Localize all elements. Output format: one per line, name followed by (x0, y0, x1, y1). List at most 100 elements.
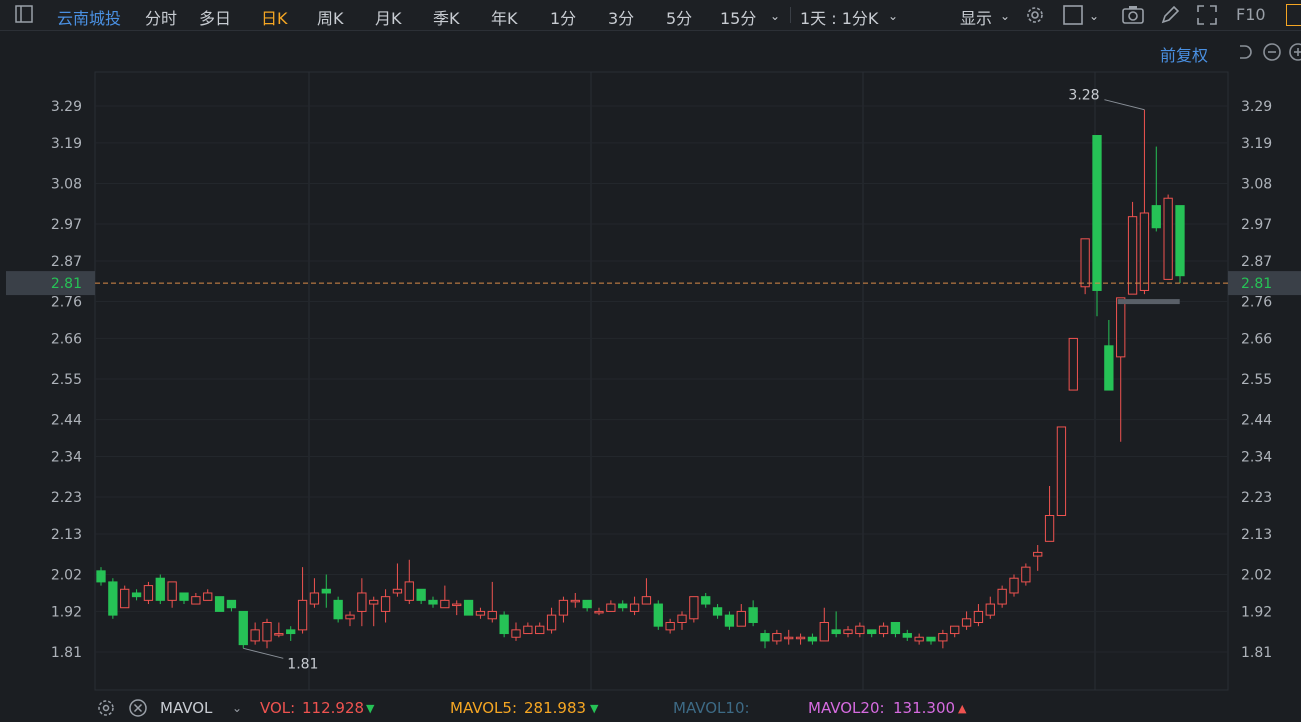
y-tick-label-right: 2.76 (1241, 295, 1272, 311)
y-tick-label-right: 2.44 (1241, 413, 1272, 429)
candle-body (226, 599, 237, 609)
candle-body (1163, 197, 1173, 280)
candle-body (843, 629, 853, 635)
candle-body (558, 599, 569, 616)
candle-body (819, 621, 829, 642)
mavol20-value: 131.300 (893, 699, 956, 717)
candle-body (961, 618, 972, 627)
y-tick-label-right: 2.97 (1241, 217, 1272, 233)
mavol10-label: MAVOL10: (673, 699, 750, 717)
y-tick-label-left: 2.76 (51, 295, 82, 311)
candle-body (760, 633, 770, 642)
candle-body (594, 610, 604, 614)
candle-body (380, 596, 391, 612)
y-tick-label-left: 2.97 (51, 217, 82, 233)
y-tick-label-left: 3.19 (51, 136, 82, 152)
candle-body (167, 581, 177, 601)
candle-body (985, 603, 995, 616)
candle-body (748, 607, 758, 623)
candle-body (120, 588, 130, 609)
candle-body (191, 596, 201, 605)
candle-body (1056, 426, 1067, 517)
candle-body (772, 633, 782, 642)
candle-body (274, 633, 284, 636)
y-tick-label-left: 2.87 (51, 254, 82, 270)
candle-body (1068, 337, 1078, 391)
y-tick-label-right: 2.66 (1241, 331, 1272, 347)
plot-frame (94, 71, 1229, 691)
candle-body (511, 629, 521, 638)
y-tick-label-left: 2.02 (51, 568, 82, 584)
mavol20-label: MAVOL20: (808, 699, 885, 717)
indicator-name-select[interactable]: MAVOL (160, 699, 212, 717)
y-tick-label-right: 2.55 (1241, 372, 1272, 388)
candle-body (250, 629, 260, 642)
candle-body (570, 599, 580, 603)
current-price-label-left: 2.81 (51, 276, 82, 292)
candle-body (890, 621, 901, 635)
y-tick-label-left: 2.66 (51, 331, 82, 347)
candle-body (724, 614, 735, 627)
candle-body (369, 599, 379, 605)
y-tick-label-left: 2.23 (51, 490, 82, 506)
candle-body (665, 621, 675, 631)
candle-body (653, 603, 663, 627)
candle-body (973, 610, 984, 623)
indicator-close-icon[interactable] (128, 698, 148, 722)
candle-body (487, 610, 497, 620)
y-tick-label-right: 2.23 (1241, 490, 1272, 506)
vol-label: VOL: (260, 699, 296, 717)
candle-body (867, 629, 877, 635)
mavol5-label: MAVOL5: (450, 699, 518, 717)
vol-value: 112.928 (302, 699, 365, 717)
candle-body (1044, 515, 1055, 542)
candle-body (1009, 577, 1019, 594)
candle-body (914, 636, 924, 642)
candle-body (1021, 566, 1031, 583)
candle-body (131, 592, 142, 598)
candle-body (238, 610, 248, 646)
candle-body (1127, 216, 1138, 295)
candle-body (795, 636, 806, 640)
candle-body (428, 599, 438, 605)
candle-body (938, 633, 948, 642)
candle-body (286, 629, 296, 635)
mavol20-up-arrow-icon: ▲ (958, 702, 967, 715)
price-range-marker (1117, 299, 1180, 305)
candle-body (950, 625, 960, 635)
y-tick-label-right: 3.29 (1241, 99, 1272, 115)
vol-down-arrow-icon: ▼ (366, 702, 375, 715)
candle-body (618, 603, 628, 609)
candle-body (878, 625, 889, 635)
candle-body (214, 596, 225, 612)
y-tick-label-right: 2.13 (1241, 527, 1272, 543)
candle-body (333, 599, 343, 620)
candle-body (784, 636, 794, 640)
candle-body (1175, 205, 1185, 277)
candlestick-chart[interactable]: 3.29 3.29 3.19 3.19 3.08 3.08 2.97 2.97 2.87 2.87… (0, 0, 1301, 720)
candle-body (1139, 212, 1150, 291)
candle-body (855, 625, 865, 635)
current-price-label-right: 2.81 (1241, 276, 1272, 292)
y-tick-label-right: 3.08 (1241, 176, 1272, 192)
candle-body (689, 596, 699, 620)
candle-body (1092, 135, 1102, 291)
candle-body (463, 599, 474, 616)
candle-body (712, 607, 723, 616)
candle-body (262, 621, 272, 642)
candle-body (416, 588, 426, 601)
indicator-chevron-icon[interactable]: ⌄ (232, 701, 242, 715)
y-tick-label-left: 3.29 (51, 99, 82, 115)
candle-body (926, 636, 936, 642)
indicator-settings-gear-icon[interactable] (96, 698, 116, 722)
candle-body (452, 603, 462, 607)
candle-body (535, 625, 545, 635)
y-tick-label-right: 1.92 (1241, 604, 1272, 620)
candle-body (831, 629, 841, 635)
candle-body (203, 592, 213, 601)
candle-body (155, 577, 165, 601)
candle-body (1033, 551, 1043, 557)
candle-body (1116, 297, 1126, 358)
indicator-bar: MAVOL ⌄ VOL: 112.928 ▼ MAVOL5: 281.983 ▼… (0, 695, 1301, 720)
candle-body (523, 625, 533, 635)
